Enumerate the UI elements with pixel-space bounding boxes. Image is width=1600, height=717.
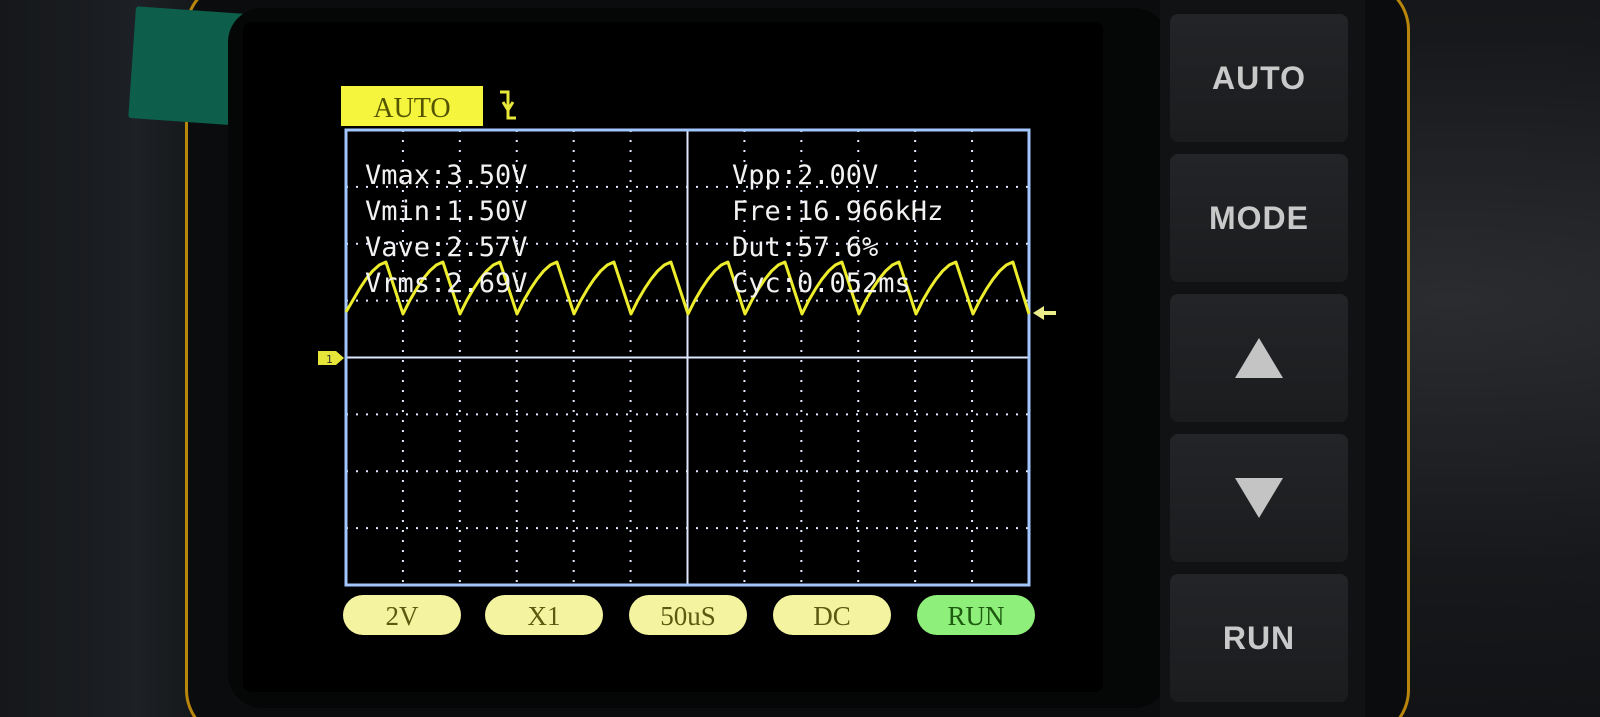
vmin-readout: Vmin:1.50V xyxy=(365,196,528,227)
channel-1-marker-label: 1 xyxy=(326,353,333,366)
mode-button[interactable]: MODE xyxy=(1170,154,1348,282)
vrms-readout: Vrms:2.69V xyxy=(365,268,528,299)
vmax-readout: Vmax:3.50V xyxy=(365,160,528,191)
down-button[interactable] xyxy=(1170,434,1348,562)
run-state-label: RUN xyxy=(947,601,1004,631)
probe-pill[interactable]: X1 xyxy=(485,595,603,635)
coupling-label: DC xyxy=(813,601,851,631)
duty-readout: Dut:57.6% xyxy=(732,232,878,263)
trigger-mode-label: AUTO xyxy=(373,93,450,124)
mode-button-label: MODE xyxy=(1209,199,1309,236)
trigger-mode-tab[interactable]: AUTO xyxy=(341,86,483,126)
run-state-pill[interactable]: RUN xyxy=(917,595,1035,635)
vpp-readout: Vpp:2.00V xyxy=(732,160,878,191)
photo-background: AUTO MODE RUN AUTO 1 Vmax:3.50V Vmin:1.5… xyxy=(0,0,1600,717)
up-button[interactable] xyxy=(1170,294,1348,422)
scope-display: AUTO 1 Vmax:3.50V Vmin:1.50V Vave:2.57V … xyxy=(318,86,1056,635)
frequency-readout: Fre:16.966kHz xyxy=(732,196,943,227)
probe-label: X1 xyxy=(528,601,561,631)
falling-edge-icon xyxy=(500,90,516,120)
cycle-readout: Cyc:0.052ms xyxy=(732,268,911,299)
volts-div-label: 2V xyxy=(386,601,420,631)
run-button[interactable]: RUN xyxy=(1170,574,1348,702)
volts-div-pill[interactable]: 2V xyxy=(343,595,461,635)
channel-1-marker: 1 xyxy=(318,351,344,366)
vave-readout: Vave:2.57V xyxy=(365,232,528,263)
coupling-pill[interactable]: DC xyxy=(773,595,891,635)
auto-button[interactable]: AUTO xyxy=(1170,14,1348,142)
triangle-down-icon xyxy=(1235,478,1283,518)
run-button-label: RUN xyxy=(1222,619,1296,656)
triangle-up-icon xyxy=(1235,338,1283,378)
time-div-label: 50uS xyxy=(660,601,716,631)
auto-button-label: AUTO xyxy=(1211,59,1307,96)
trigger-level-arrow-icon xyxy=(1033,306,1056,320)
time-div-pill[interactable]: 50uS xyxy=(629,595,747,635)
